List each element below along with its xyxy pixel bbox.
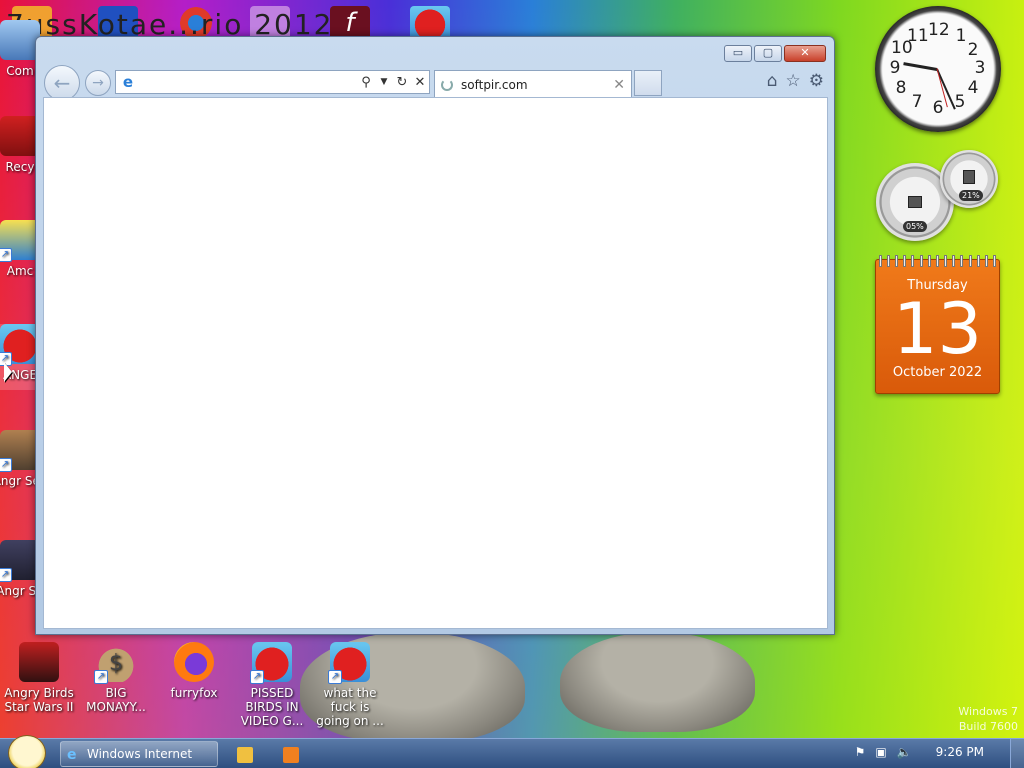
mouse-cursor (4, 362, 12, 382)
shortcut-arrow-icon: ↗ (0, 568, 12, 582)
shortcut-arrow-icon: ↗ (0, 248, 12, 262)
favorites-star-icon[interactable]: ☆ (786, 71, 801, 91)
back-button[interactable]: ← (44, 65, 80, 101)
home-icon[interactable]: ⌂ (767, 71, 778, 91)
computer-icon (0, 20, 40, 60)
shortcut-arrow-icon: ↗ (0, 458, 12, 472)
clock-number: 3 (974, 58, 986, 78)
angry-birds-seasons-icon: ↗ (0, 430, 40, 472)
desktop-icon-pissed-birds[interactable]: ↗ PISSED BIRDS IN VIDEO G... (236, 642, 308, 728)
taskbar: e Windows Internet Ex... ⚑ ▣ 🔈 9:26 PM (0, 735, 1024, 768)
taskbar-item-internet-explorer[interactable]: e Windows Internet Ex... (60, 741, 218, 767)
media-player-icon (283, 747, 299, 763)
close-button[interactable]: ✕ (784, 45, 826, 62)
angry-bird-icon: ↗ (250, 642, 292, 684)
address-bar: e ⚲ ▼ ↻ ✕ (115, 70, 430, 94)
desktop-icon-label: BIG MONAYY... (86, 686, 146, 714)
action-center-icon[interactable]: ▣ (875, 745, 886, 759)
desktop-icon-what-is-going-on[interactable]: ↗ what the fuck is going on ... (314, 642, 386, 728)
desktop-icon-label: Amc (6, 264, 34, 278)
maximize-button[interactable]: ▢ (754, 45, 782, 62)
clock-hour-hand (903, 62, 938, 71)
search-icon[interactable]: ⚲ (357, 75, 375, 90)
calendar-rings (876, 255, 999, 267)
watermark-line: Windows 7 (958, 705, 1018, 718)
cpu-chip-icon (908, 196, 922, 208)
loading-spinner-icon (441, 78, 453, 91)
tab-title: softpir.com (461, 77, 528, 92)
desktop-icon-label: PISSED BIRDS IN VIDEO G... (240, 686, 304, 728)
top-desktop-strip: f 7ussKotae...rio 2012 (0, 0, 460, 41)
clock-number: 2 (967, 40, 979, 60)
window-controls: ▭ ▢ ✕ (724, 45, 826, 62)
system-tray: ⚑ ▣ 🔈 9:26 PM (855, 745, 984, 759)
stop-icon[interactable]: ✕ (411, 75, 429, 90)
command-icons: ⌂ ☆ ⚙ (767, 71, 824, 91)
taskbar-item-label: Windows Internet Ex... (87, 747, 193, 761)
forward-button[interactable]: → (85, 70, 111, 96)
gear-icon[interactable]: ⚙ (809, 71, 824, 91)
browser-window[interactable]: ▭ ▢ ✕ ← → e ⚲ ▼ ↻ ✕ softpir.com ✕ ⌂ ☆ ⚙ (35, 36, 835, 635)
shortcut-arrow-icon: ↗ (94, 670, 108, 684)
calendar-day-number: 13 (892, 288, 983, 370)
cpu-usage-label: 05% (903, 221, 927, 232)
address-input[interactable] (137, 72, 357, 92)
ie-logo-icon: e (67, 747, 77, 763)
show-desktop-button[interactable] (1010, 739, 1024, 768)
clock-number: 8 (895, 78, 907, 98)
taskbar-item-explorer[interactable] (224, 741, 268, 767)
back-arrow-icon: ← (53, 71, 71, 95)
refresh-icon[interactable]: ↻ (393, 75, 411, 90)
desktop-icon-label: Recy (5, 160, 35, 174)
desktop-icon-label: Angry Birds Star Wars II (4, 686, 74, 714)
watermark-line: Build 7600 (958, 720, 1018, 733)
folder-icon (237, 747, 253, 763)
angry-bird-icon[interactable] (410, 6, 450, 40)
minimize-button[interactable]: ▭ (724, 45, 752, 62)
tab-close-icon[interactable]: ✕ (613, 77, 625, 93)
network-tray-icon[interactable]: ⚑ (855, 745, 866, 759)
ie-logo-icon: e (122, 73, 134, 91)
tab-softpir[interactable]: softpir.com ✕ (434, 70, 632, 98)
clock-number: 9 (889, 58, 901, 78)
desktop-icon-angry-birds-star-wars[interactable]: Angry Birds Star Wars II (3, 642, 75, 714)
flash-icon[interactable]: f (330, 6, 370, 40)
recycle-bin-icon (0, 116, 40, 156)
clock-number: 12 (928, 20, 950, 40)
shortcut-arrow-icon: ↗ (328, 670, 342, 684)
clock-gadget[interactable]: 12 1 2 3 4 5 6 7 8 9 10 11 (875, 6, 1001, 132)
angry-birds-icon: ↗ (0, 324, 40, 366)
calendar-gadget[interactable]: Thursday 13 October 2022 (875, 255, 1000, 394)
money-bag-icon: $ ↗ (94, 642, 136, 684)
taskbar-clock[interactable]: 9:26 PM (936, 745, 984, 759)
forward-arrow-icon: → (92, 75, 104, 91)
amc-icon: ↗ (0, 220, 40, 262)
memory-chip-icon (963, 170, 975, 184)
taskbar-item-media-player[interactable] (270, 741, 314, 767)
angry-birds-star-wars-icon (19, 642, 59, 682)
dropdown-icon[interactable]: ▼ (375, 77, 393, 87)
clock-number: 11 (907, 26, 929, 46)
shortcut-arrow-icon: ↗ (250, 670, 264, 684)
page-content-area[interactable] (43, 97, 828, 629)
memory-meter-gadget[interactable]: 21% (940, 150, 998, 208)
start-button[interactable] (8, 735, 46, 768)
desktop-icon-label: Com (6, 64, 34, 78)
desktop-icon-furryfox[interactable]: furryfox (158, 642, 230, 700)
angry-birds-space-icon: ↗ (0, 540, 40, 582)
new-tab-button[interactable] (634, 70, 662, 96)
wallpaper-shoe-right (560, 632, 755, 732)
desktop-icon-label: what the fuck is going on ... (316, 686, 384, 728)
angry-bird-icon: ↗ (328, 642, 370, 684)
calendar-month-year: October 2022 (892, 365, 983, 380)
volume-icon[interactable]: 🔈 (897, 745, 912, 759)
windows-watermark: Windows 7 Build 7600 (958, 704, 1018, 734)
desktop-icon-label: furryfox (170, 686, 218, 700)
desktop-icon-big-monayy[interactable]: $ ↗ BIG MONAYY... (80, 642, 152, 714)
firefox-icon (174, 642, 214, 682)
memory-usage-label: 21% (959, 190, 983, 201)
